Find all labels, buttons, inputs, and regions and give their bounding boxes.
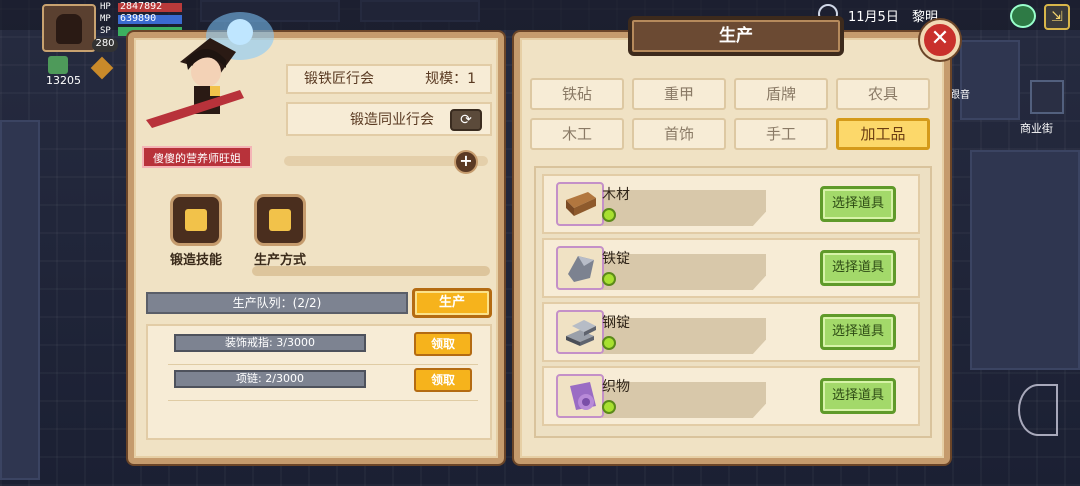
anvil-icon [170, 194, 222, 246]
player-avatar[interactable] [42, 4, 96, 52]
status-dot [602, 400, 616, 414]
fabric-roll-icon [570, 382, 596, 410]
mp-tag: MP [100, 14, 111, 24]
tab-processed-goods[interactable]: 加工品 [836, 118, 930, 150]
item-slot [556, 310, 604, 354]
queue-list: 装饰戒指: 3/3000 领取 项链: 2/3000 领取 [146, 324, 492, 440]
production-method-button[interactable]: 生产方式 [248, 194, 312, 268]
tab-farm-tools[interactable]: 农具 [836, 78, 930, 110]
tab-shield[interactable]: 盾牌 [734, 78, 828, 110]
refresh-button[interactable]: ⟳ [450, 109, 482, 131]
action-ring-icon[interactable] [1018, 384, 1058, 436]
material-name: 木材 [602, 187, 630, 203]
hp-value: 2847892 [120, 1, 163, 12]
hero-character-image [146, 12, 274, 128]
side-label: 跟音 [950, 90, 970, 101]
select-item-button[interactable]: 选择道具 [820, 186, 896, 222]
guild-info-box: 锻铁匠行会 规模：1 [286, 64, 492, 94]
world-tile [970, 150, 1080, 370]
map-icon[interactable] [1010, 4, 1036, 28]
row-divider [168, 364, 478, 365]
refresh-icon: ⟳ [460, 112, 472, 128]
item-slot [556, 246, 604, 290]
gold-count: 13205 [46, 74, 81, 87]
status-dot [602, 272, 616, 286]
home-icon[interactable] [48, 56, 68, 74]
item-slot [556, 374, 604, 418]
select-item-button[interactable]: 选择道具 [820, 250, 896, 286]
material-name: 织物 [602, 379, 630, 395]
material-name: 铁锭 [602, 251, 630, 267]
guild-panel: 傻傻的营养师旺姐 锻铁匠行会 规模：1 锻造同业行会 ⟳ + 锻造技能 生产方式… [128, 12, 504, 464]
union-label: 锻造同业行会 [350, 112, 434, 128]
select-item-button[interactable]: 选择道具 [820, 378, 896, 414]
divider [252, 266, 490, 276]
list-item: 钢锭 选择道具 [542, 302, 920, 362]
plus-icon: + [459, 151, 473, 170]
guild-name: 锻铁匠行会 [304, 71, 374, 87]
claim-button[interactable]: 领取 [414, 368, 472, 392]
close-button[interactable]: ✕ [920, 20, 960, 60]
close-icon: ✕ [930, 26, 950, 51]
steel-ingot-icon [566, 320, 596, 346]
exit-icon[interactable]: ⇲ [1044, 4, 1070, 30]
street-sign-icon[interactable] [1030, 80, 1064, 114]
tab-handcraft[interactable]: 手工 [734, 118, 828, 150]
item-slot [556, 182, 604, 226]
list-item: 织物 选择道具 [542, 366, 920, 426]
hero-name-banner: 傻傻的营养师旺姐 [142, 146, 252, 168]
material-list: 木材 选择道具 铁锭 选择道具 钢锭 选择道具 织物 选择道具 [534, 166, 932, 438]
sp-tag: SP [100, 26, 111, 36]
tab-woodwork[interactable]: 木工 [530, 118, 624, 150]
street-label: 商业街 [1020, 122, 1053, 135]
forge-skill-button[interactable]: 锻造技能 [164, 194, 228, 268]
row-divider [168, 400, 478, 401]
union-box: 锻造同业行会 ⟳ [286, 102, 492, 136]
list-item: 铁锭 选择道具 [542, 238, 920, 298]
add-button[interactable]: + [454, 150, 478, 174]
produce-button[interactable]: 生产 [412, 288, 492, 318]
queue-item-progress: 装饰戒指: 3/3000 [174, 334, 366, 352]
production-queue-bar: 生产队列：(2/2) [146, 292, 408, 314]
select-item-button[interactable]: 选择道具 [820, 314, 896, 350]
date-text: 11月5日 [848, 10, 899, 25]
skill-label: 锻造技能 [169, 253, 222, 268]
hp-readout: HP 2847892 [100, 1, 162, 12]
guild-scale: 规模：1 [425, 71, 476, 87]
status-dot [602, 208, 616, 222]
material-name: 钢锭 [602, 315, 630, 331]
queue-item-progress: 项链: 2/3000 [174, 370, 366, 388]
status-dot [602, 336, 616, 350]
claim-button[interactable]: 领取 [414, 332, 472, 356]
panel-title: 生产 [628, 16, 844, 56]
production-panel: 生产 ✕ 铁砧 重甲 盾牌 农具 木工 首饰 手工 加工品 木材 选择道具 铁锭… [514, 16, 960, 464]
tab-jewelry[interactable]: 首饰 [632, 118, 726, 150]
world-tile [0, 120, 40, 480]
robot-arm-icon [254, 194, 306, 246]
iron-ore-icon [568, 256, 594, 282]
tab-anvil[interactable]: 铁砧 [530, 78, 624, 110]
tab-heavy-armor[interactable]: 重甲 [632, 78, 726, 110]
level-badge: 280 [92, 38, 118, 52]
wood-plank-icon [566, 192, 596, 216]
sp-readout: SP [100, 25, 120, 36]
world-tile [960, 40, 1020, 120]
hp-tag: HP [100, 2, 111, 12]
list-item: 木材 选择道具 [542, 174, 920, 234]
